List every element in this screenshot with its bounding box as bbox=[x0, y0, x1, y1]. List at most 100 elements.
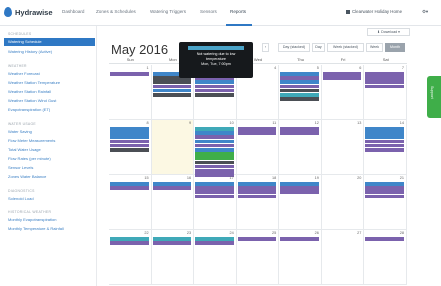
calendar-event[interactable] bbox=[280, 131, 319, 135]
view-week-stacked-button[interactable]: Week (stacked) bbox=[327, 43, 364, 52]
calendar-event[interactable] bbox=[195, 127, 234, 131]
calendar-day-cell[interactable]: 24 bbox=[194, 230, 237, 285]
calendar-event[interactable] bbox=[195, 186, 234, 190]
calendar-event[interactable] bbox=[365, 182, 404, 186]
sidebar-item-monthly-et[interactable]: Monthly Evapotranspiration bbox=[4, 216, 95, 224]
calendar-event[interactable] bbox=[322, 72, 362, 76]
calendar-day-cell[interactable]: 8 bbox=[109, 120, 152, 175]
calendar-event[interactable] bbox=[365, 72, 404, 76]
calendar-event[interactable] bbox=[237, 182, 277, 186]
calendar-event[interactable] bbox=[195, 139, 234, 144]
sidebar-item-station-temperature[interactable]: Weather Station Temperature bbox=[4, 79, 95, 87]
calendar-day-cell[interactable]: 6 bbox=[321, 65, 365, 120]
calendar-event[interactable] bbox=[237, 127, 277, 131]
calendar-event[interactable] bbox=[152, 241, 192, 245]
calendar-event[interactable] bbox=[195, 80, 234, 84]
calendar-event[interactable] bbox=[280, 72, 319, 76]
calendar-event[interactable] bbox=[280, 182, 319, 186]
nav-watering-triggers[interactable]: Watering Triggers bbox=[150, 9, 186, 14]
calendar-day-cell[interactable]: 5 bbox=[279, 65, 322, 120]
calendar-event[interactable] bbox=[195, 135, 234, 139]
brand[interactable]: Hydrawise bbox=[4, 7, 53, 17]
calendar-event[interactable] bbox=[152, 186, 192, 190]
calendar-event[interactable] bbox=[365, 135, 404, 139]
calendar-day-cell[interactable]: 28 bbox=[364, 230, 407, 285]
calendar-event[interactable] bbox=[195, 143, 234, 148]
calendar-event[interactable] bbox=[110, 131, 149, 135]
calendar-event[interactable] bbox=[152, 88, 192, 93]
calendar-event[interactable] bbox=[365, 186, 404, 190]
sidebar-item-solenoid-load[interactable]: Solenoid Load bbox=[4, 195, 95, 203]
sidebar-item-watering-schedule[interactable]: Watering Schedule bbox=[4, 38, 95, 46]
calendar-day-cell[interactable]: 11 bbox=[236, 120, 280, 175]
calendar-event[interactable] bbox=[365, 131, 404, 135]
nav-dashboard[interactable]: Dashboard bbox=[62, 9, 84, 14]
calendar-event[interactable] bbox=[152, 237, 192, 241]
calendar-event[interactable] bbox=[365, 190, 404, 194]
sidebar-item-station-rainfall[interactable]: Weather Station Rainfall bbox=[4, 88, 95, 96]
calendar-event[interactable] bbox=[195, 148, 234, 152]
calendar-event[interactable] bbox=[280, 84, 319, 89]
user-menu[interactable]: Clearwater Holiday Home bbox=[346, 9, 402, 14]
sidebar-item-water-saving[interactable]: Water Saving bbox=[4, 128, 95, 136]
calendar-event[interactable] bbox=[365, 237, 404, 241]
sidebar-item-station-wind-gust[interactable]: Weather Station Wind Gust bbox=[4, 97, 95, 105]
calendar-event[interactable] bbox=[365, 84, 404, 89]
calendar-day-cell[interactable]: 16 bbox=[151, 175, 195, 230]
nav-zones-schedules[interactable]: Zones & Schedules bbox=[96, 9, 136, 14]
calendar-event[interactable] bbox=[195, 160, 234, 165]
sidebar-item-monthly-temp-rainfall[interactable]: Monthly Temperature & Rainfall bbox=[4, 225, 95, 233]
calendar-event[interactable] bbox=[110, 186, 149, 190]
calendar-event[interactable] bbox=[237, 190, 277, 194]
calendar-event[interactable] bbox=[280, 97, 319, 101]
gear-icon[interactable]: ⚙▾ bbox=[422, 9, 428, 15]
sidebar-item-total-water-usage[interactable]: Total Water Usage bbox=[4, 146, 95, 154]
calendar-event[interactable] bbox=[152, 80, 192, 84]
calendar-event[interactable] bbox=[280, 93, 319, 97]
calendar-event[interactable] bbox=[110, 139, 149, 144]
calendar-day-cell[interactable]: 23 bbox=[151, 230, 195, 285]
calendar-event[interactable] bbox=[152, 93, 192, 97]
calendar-day-cell[interactable]: 19 bbox=[279, 175, 322, 230]
calendar-event[interactable] bbox=[110, 143, 149, 148]
calendar-event[interactable] bbox=[110, 127, 149, 131]
calendar-event[interactable] bbox=[110, 182, 149, 186]
calendar-event[interactable] bbox=[280, 80, 319, 84]
sidebar-item-sensor-levels[interactable]: Sensor Levels bbox=[4, 164, 95, 172]
calendar-day-cell[interactable]: 14 bbox=[364, 120, 407, 175]
calendar-event[interactable] bbox=[195, 152, 234, 156]
calendar-event[interactable] bbox=[237, 194, 277, 199]
sidebar-item-evapotranspiration[interactable]: Evapotranspiration (ET) bbox=[4, 106, 95, 114]
view-month-button[interactable]: Month bbox=[385, 43, 405, 52]
calendar-event[interactable] bbox=[365, 80, 404, 84]
view-day-stacked-button[interactable]: Day (stacked) bbox=[278, 43, 310, 52]
calendar-day-cell[interactable]: 22 bbox=[109, 230, 152, 285]
calendar-event[interactable] bbox=[152, 84, 192, 89]
calendar-event[interactable] bbox=[237, 131, 277, 135]
calendar-event[interactable] bbox=[195, 93, 234, 97]
calendar-event[interactable] bbox=[195, 182, 234, 186]
calendar-event[interactable] bbox=[365, 194, 404, 199]
calendar-event[interactable] bbox=[280, 190, 319, 194]
calendar-event[interactable] bbox=[195, 241, 234, 245]
sidebar-item-flow-meter[interactable]: Flow Meter Measurements bbox=[4, 137, 95, 145]
next-month-button[interactable]: › bbox=[262, 43, 269, 52]
calendar-event[interactable] bbox=[365, 127, 404, 131]
download-button[interactable]: ⬇ Download ▾ bbox=[367, 28, 410, 36]
calendar-day-cell[interactable]: 17 bbox=[194, 175, 237, 230]
calendar-day-cell[interactable]: 15 bbox=[109, 175, 152, 230]
calendar-event[interactable] bbox=[365, 148, 404, 152]
calendar-day-cell[interactable]: 27 bbox=[321, 230, 365, 285]
calendar-day-cell[interactable]: 10 bbox=[194, 120, 237, 177]
calendar-event[interactable] bbox=[152, 182, 192, 186]
view-day-button[interactable]: Day bbox=[312, 43, 325, 52]
sidebar-item-watering-history[interactable]: Watering History (Active) bbox=[4, 48, 95, 56]
sidebar-item-zones-water-balance[interactable]: Zones Water Balance bbox=[4, 173, 95, 181]
calendar-day-cell[interactable]: 25 bbox=[236, 230, 280, 285]
calendar-event[interactable] bbox=[195, 131, 234, 135]
calendar-event[interactable] bbox=[195, 84, 234, 89]
nav-reports[interactable]: Reports bbox=[230, 9, 246, 14]
calendar-day-cell[interactable]: 18 bbox=[236, 175, 280, 230]
calendar-event[interactable] bbox=[195, 88, 234, 93]
calendar-event[interactable] bbox=[110, 135, 149, 139]
